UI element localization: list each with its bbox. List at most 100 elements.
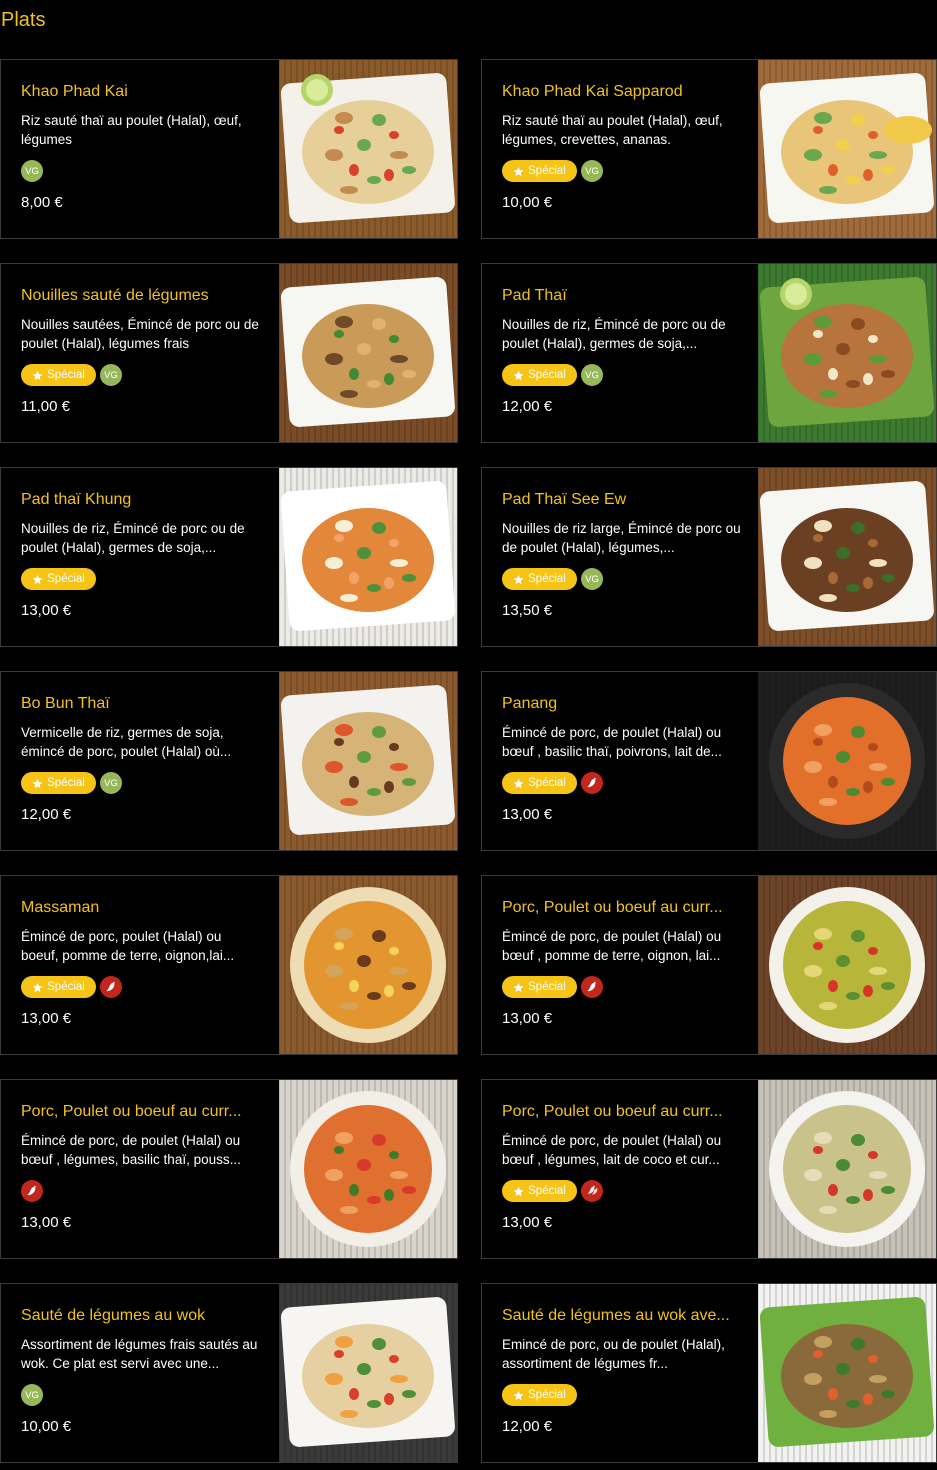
special-badge: Spécial: [502, 364, 577, 386]
menu-item-description: Nouilles de riz, Émincé de porc ou de po…: [21, 521, 245, 555]
menu-item-badges: VG: [21, 1384, 261, 1406]
menu-item-title[interactable]: Pad Thaï: [502, 286, 742, 306]
menu-item-title[interactable]: Sauté de légumes au wok ave...: [502, 1306, 742, 1326]
menu-item-title[interactable]: Porc, Poulet ou boeuf au curr...: [21, 1102, 261, 1122]
menu-item-badges: Spécial VG: [21, 364, 261, 386]
dish-photo[interactable]: [279, 468, 457, 646]
star-icon: [32, 778, 43, 789]
menu-item-description: Riz sauté thaï au poulet (Halal), œuf, l…: [21, 113, 242, 147]
dish-photo[interactable]: [758, 60, 936, 238]
chili-icon: [21, 1180, 43, 1202]
menu-item-info: Pad Thaï Nouilles de riz, Émincé de porc …: [502, 286, 742, 415]
chili-icon: [581, 772, 603, 794]
menu-item-info: Massaman Émincé de porc, poulet (Halal) o…: [21, 898, 261, 1027]
dish-photo[interactable]: [279, 876, 457, 1054]
dish-photo[interactable]: [758, 672, 936, 850]
special-badge: Spécial: [502, 976, 577, 998]
dish-photo[interactable]: [758, 1080, 936, 1258]
special-badge-label: Spécial: [47, 369, 85, 381]
menu-item-card[interactable]: Sauté de légumes au wok Assortiment de lé…: [0, 1283, 458, 1463]
star-icon: [513, 778, 524, 789]
dish-photo[interactable]: [758, 264, 936, 442]
menu-item-card[interactable]: Pad Thaï Nouilles de riz, Émincé de porc …: [481, 263, 937, 443]
star-icon: [32, 982, 43, 993]
vegetarian-badge: VG: [100, 364, 122, 386]
menu-item-info: Pad thaï Khung Nouilles de riz, Émincé de…: [21, 490, 261, 619]
menu-item-title[interactable]: Khao Phad Kai: [21, 82, 261, 102]
menu-item-description: Nouilles de riz, Émincé de porc ou de po…: [502, 317, 726, 351]
menu-item-title[interactable]: Bo Bun Thaï: [21, 694, 261, 714]
special-badge-label: Spécial: [528, 573, 566, 585]
menu-item-price: 11,00 €: [21, 398, 70, 415]
menu-item-description: Nouilles sautées, Émincé de porc ou de p…: [21, 317, 259, 351]
vegetarian-badge: VG: [581, 160, 603, 182]
menu-item-price: 12,00 €: [502, 398, 553, 415]
menu-item-card[interactable]: Pad thaï Khung Nouilles de riz, Émincé de…: [0, 467, 458, 647]
dish-photo[interactable]: [279, 1284, 457, 1462]
menu-item-badges: Spécial VG: [502, 160, 742, 182]
menu-item-badges: VG: [21, 160, 261, 182]
special-badge: Spécial: [21, 364, 96, 386]
menu-item-badges: Spécial VG: [502, 364, 742, 386]
menu-item-title[interactable]: Khao Phad Kai Sapparod: [502, 82, 742, 102]
menu-item-info: Porc, Poulet ou boeuf au curr... Émincé d…: [502, 898, 742, 1027]
special-badge-label: Spécial: [528, 777, 566, 789]
dish-photo[interactable]: [279, 672, 457, 850]
menu-item-title[interactable]: Pad Thaï See Ew: [502, 490, 742, 510]
vegetarian-badge: VG: [100, 772, 122, 794]
menu-item-badges: Spécial: [502, 976, 742, 998]
menu-item-price: 10,00 €: [21, 1418, 72, 1435]
star-icon: [32, 574, 43, 585]
menu-item-price: 13,00 €: [21, 602, 72, 619]
dish-photo[interactable]: [279, 1080, 457, 1258]
menu-item-title[interactable]: Nouilles sauté de légumes: [21, 286, 261, 306]
menu-item-card[interactable]: Khao Phad Kai Riz sauté thaï au poulet (H…: [0, 59, 458, 239]
menu-item-price: 8,00 €: [21, 194, 63, 211]
menu-item-card[interactable]: Panang Émincé de porc, de poulet (Halal) …: [481, 671, 937, 851]
menu-item-description: Nouilles de riz large, Émincé de porc ou…: [502, 521, 741, 555]
special-badge-label: Spécial: [528, 369, 566, 381]
menu-item-badges: Spécial VG: [21, 772, 261, 794]
menu-item-info: Porc, Poulet ou boeuf au curr... Émincé d…: [21, 1102, 261, 1231]
dish-photo[interactable]: [279, 264, 457, 442]
menu-item-title[interactable]: Massaman: [21, 898, 261, 918]
menu-item-info: Khao Phad Kai Riz sauté thaï au poulet (H…: [21, 82, 261, 211]
dish-photo[interactable]: [279, 60, 457, 238]
menu-item-badges: Spécial: [21, 976, 261, 998]
vegetarian-badge: VG: [21, 160, 43, 182]
menu-item-title[interactable]: Sauté de légumes au wok: [21, 1306, 261, 1326]
special-badge: Spécial: [21, 772, 96, 794]
menu-item-description: Émincé de porc, de poulet (Halal) ou bœu…: [21, 1133, 241, 1167]
menu-item-price: 13,00 €: [502, 806, 553, 823]
menu-item-card[interactable]: Massaman Émincé de porc, poulet (Halal) o…: [0, 875, 458, 1055]
menu-item-card[interactable]: Porc, Poulet ou boeuf au curr... Émincé d…: [481, 875, 937, 1055]
dish-photo[interactable]: [758, 876, 936, 1054]
menu-item-card[interactable]: Bo Bun Thaï Vermicelle de riz, germes de …: [0, 671, 458, 851]
menu-item-badges: Spécial: [502, 1180, 742, 1202]
special-badge: Spécial: [21, 568, 96, 590]
menu-item-title[interactable]: Porc, Poulet ou boeuf au curr...: [502, 1102, 742, 1122]
menu-item-price: 13,00 €: [21, 1214, 72, 1231]
menu-item-card[interactable]: Khao Phad Kai Sapparod Riz sauté thaï au …: [481, 59, 937, 239]
dish-photo[interactable]: [758, 468, 936, 646]
menu-item-price: 13,00 €: [502, 1010, 553, 1027]
special-badge: Spécial: [502, 568, 577, 590]
menu-item-description: Emincé de porc, ou de poulet (Halal), as…: [502, 1337, 725, 1371]
special-badge-label: Spécial: [528, 165, 566, 177]
menu-item-card[interactable]: Porc, Poulet ou boeuf au curr... Émincé d…: [481, 1079, 937, 1259]
menu-item-info: Khao Phad Kai Sapparod Riz sauté thaï au …: [502, 82, 742, 211]
menu-item-title[interactable]: Porc, Poulet ou boeuf au curr...: [502, 898, 742, 918]
menu-item-info: Pad Thaï See Ew Nouilles de riz large, Ém…: [502, 490, 742, 619]
special-badge: Spécial: [502, 772, 577, 794]
menu-item-description: Émincé de porc, de poulet (Halal) ou bœu…: [502, 725, 722, 759]
menu-item-card[interactable]: Sauté de légumes au wok ave... Emincé de …: [481, 1283, 937, 1463]
menu-item-badges: Spécial VG: [502, 568, 742, 590]
menu-item-title[interactable]: Panang: [502, 694, 742, 714]
vegetarian-badge: VG: [581, 568, 603, 590]
menu-item-card[interactable]: Pad Thaï See Ew Nouilles de riz large, Ém…: [481, 467, 937, 647]
menu-item-card[interactable]: Nouilles sauté de légumes Nouilles sautée…: [0, 263, 458, 443]
dish-photo[interactable]: [758, 1284, 936, 1462]
star-icon: [513, 1186, 524, 1197]
menu-item-card[interactable]: Porc, Poulet ou boeuf au curr... Émincé d…: [0, 1079, 458, 1259]
menu-item-title[interactable]: Pad thaï Khung: [21, 490, 261, 510]
